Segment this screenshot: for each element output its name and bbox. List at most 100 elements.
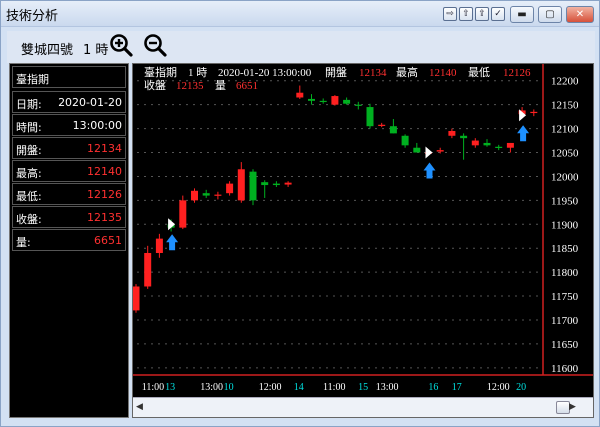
candle-body bbox=[155, 238, 163, 253]
info-value: 2020-01-20 bbox=[58, 96, 122, 109]
minimize-button[interactable]: ▬ bbox=[510, 6, 534, 23]
info-row: 量: 6651 bbox=[12, 229, 126, 251]
info-label: 最高: bbox=[16, 167, 42, 180]
x-tick-label: 13:00 bbox=[376, 382, 399, 393]
x-tick-label: 15 bbox=[358, 382, 368, 393]
x-tick-label: 17 bbox=[452, 382, 462, 393]
symbol-selector[interactable]: 雙城四號 bbox=[21, 39, 73, 58]
candle-body bbox=[284, 182, 292, 185]
header-close: 12135 bbox=[176, 80, 204, 92]
candle-body bbox=[296, 92, 304, 98]
header-open-label: 開盤 bbox=[325, 66, 347, 79]
header-close-label: 收盤 bbox=[144, 78, 166, 92]
header-low: 12126 bbox=[503, 67, 531, 79]
candle-body bbox=[460, 135, 468, 139]
info-row: 開盤: 12134 bbox=[12, 137, 126, 159]
candle-body bbox=[331, 96, 339, 105]
header-high-label: 最高 bbox=[396, 65, 418, 79]
candle-body bbox=[366, 107, 374, 127]
header-vol: 6651 bbox=[236, 80, 258, 92]
candle-body bbox=[506, 142, 514, 148]
candle-body bbox=[354, 104, 362, 106]
horizontal-scrollbar[interactable]: ◀ ▶ bbox=[133, 397, 593, 417]
info-value: 12126 bbox=[87, 188, 122, 201]
candlestick-chart[interactable]: 12200 12150 12100 12050 12000 11950 11900 11850… bbox=[132, 63, 594, 418]
header-open: 12134 bbox=[359, 67, 387, 79]
candle-body bbox=[249, 171, 257, 201]
candle-body bbox=[378, 124, 386, 126]
x-tick-label: 13:00 bbox=[200, 382, 223, 393]
y-tick-label: 11600 bbox=[551, 363, 579, 375]
info-row: 日期: 2020-01-20 bbox=[12, 91, 126, 113]
info-row: 最高: 12140 bbox=[12, 160, 126, 182]
y-tick-label: 11700 bbox=[551, 315, 579, 327]
candle-body bbox=[202, 193, 210, 196]
x-tick-label: 14 bbox=[294, 382, 304, 393]
candle-body bbox=[401, 135, 409, 146]
candle-body bbox=[179, 200, 187, 228]
info-row: 收盤: 12135 bbox=[12, 206, 126, 228]
info-label: 日期: bbox=[16, 98, 42, 111]
scroll-right-arrow-icon[interactable]: ▶ bbox=[569, 402, 576, 412]
info-value: 6651 bbox=[94, 234, 122, 247]
info-value: 13:00:00 bbox=[72, 119, 122, 132]
candle-body bbox=[191, 190, 198, 201]
period-selector[interactable]: 1 時 bbox=[83, 39, 108, 58]
zoom-out-icon[interactable] bbox=[143, 33, 167, 57]
x-tick-label: 12:00 bbox=[487, 382, 510, 393]
quote-info-panel: 臺指期 日期: 2020-01-20 時間: 13:00:00 開盤: 12134 最高: 1… bbox=[9, 63, 129, 418]
x-tick-label: 16 bbox=[428, 382, 438, 393]
header-vol-label: 量 bbox=[215, 79, 226, 92]
header-low-label: 最低 bbox=[468, 66, 490, 79]
info-label: 開盤: bbox=[16, 144, 42, 157]
x-tick-label: 10 bbox=[224, 382, 234, 393]
candle-body bbox=[237, 169, 245, 201]
info-row: 最低: 12126 bbox=[12, 183, 126, 205]
candle-body bbox=[448, 130, 456, 136]
maximize-button[interactable]: ▢ bbox=[538, 6, 562, 23]
header-datetime: 2020-01-20 13:00:00 bbox=[218, 67, 312, 79]
candle-body bbox=[483, 142, 491, 146]
pin-tool-icon[interactable]: ✓ bbox=[491, 7, 505, 21]
candle-body bbox=[389, 126, 397, 134]
info-label: 量: bbox=[16, 236, 31, 249]
candle-body bbox=[272, 183, 280, 186]
y-tick-label: 12000 bbox=[551, 171, 579, 183]
technical-analysis-window: 技術分析 ⇨ ⇧ ⇪ ✓ ▬ ▢ ✕ 雙城四號 1 時 臺指期 日期: 2020-… bbox=[0, 0, 600, 427]
zoom-in-icon[interactable] bbox=[109, 33, 133, 57]
x-tick-label: 20 bbox=[516, 382, 526, 393]
y-tick-label: 11850 bbox=[551, 243, 579, 255]
candle-body bbox=[214, 194, 222, 196]
candle-body bbox=[226, 183, 234, 194]
candle-body bbox=[436, 150, 444, 152]
scroll-left-arrow-icon[interactable]: ◀ bbox=[136, 402, 143, 412]
info-label: 收盤: bbox=[16, 213, 42, 226]
toolbar: 雙城四號 1 時 bbox=[7, 31, 595, 63]
candle-body bbox=[343, 99, 351, 104]
chart-canvas[interactable]: 12200 12150 12100 12050 12000 11950 11900 11850… bbox=[133, 64, 593, 397]
info-label: 最低: bbox=[16, 190, 42, 203]
y-tick-label: 11800 bbox=[551, 267, 579, 279]
candle-body bbox=[413, 147, 421, 153]
info-value: 12135 bbox=[87, 211, 122, 224]
info-row: 時間: 13:00:00 bbox=[12, 114, 126, 136]
panel-name-row: 臺指期 bbox=[12, 66, 126, 88]
share-tool-icon[interactable]: ⇪ bbox=[475, 7, 489, 21]
window-title: 技術分析 bbox=[6, 9, 59, 24]
title-bar: 技術分析 ⇨ ⇧ ⇪ ✓ ▬ ▢ ✕ bbox=[1, 1, 599, 27]
candle-body bbox=[144, 252, 152, 287]
export-tool-icon[interactable]: ⇨ bbox=[443, 7, 457, 21]
close-button[interactable]: ✕ bbox=[566, 6, 594, 23]
y-tick-label: 12150 bbox=[551, 100, 579, 112]
x-tick-label: 12:00 bbox=[259, 382, 282, 393]
candle-body bbox=[261, 182, 269, 186]
y-tick-label: 12200 bbox=[551, 76, 579, 88]
y-tick-label: 11750 bbox=[551, 291, 579, 303]
info-value: 12140 bbox=[87, 165, 122, 178]
scroll-thumb[interactable] bbox=[556, 401, 570, 414]
upload-tool-icon[interactable]: ⇧ bbox=[459, 7, 473, 21]
y-tick-label: 11650 bbox=[551, 339, 579, 351]
y-tick-label: 11950 bbox=[551, 195, 579, 207]
info-value: 12134 bbox=[87, 142, 122, 155]
contract-name: 臺指期 bbox=[16, 73, 49, 86]
